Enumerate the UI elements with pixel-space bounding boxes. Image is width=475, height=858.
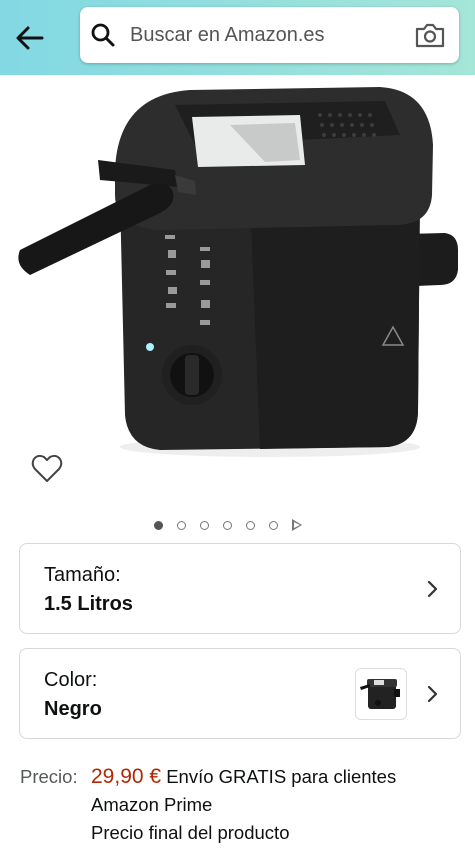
pagination-dot[interactable] <box>246 520 255 530</box>
pagination-dot[interactable] <box>200 520 209 530</box>
heart-icon[interactable] <box>30 452 64 486</box>
top-bar <box>0 0 475 75</box>
fryer-thumbnail-image <box>360 679 400 709</box>
chevron-right-icon <box>427 580 438 598</box>
color-label: Color: <box>44 669 98 691</box>
shipping-prime: Amazon Prime <box>91 794 213 815</box>
price-value: 29,90 € <box>91 765 162 788</box>
color-value: Negro <box>44 698 102 720</box>
search-bar[interactable] <box>80 7 459 63</box>
pagination-dot[interactable] <box>269 520 278 530</box>
size-label: Tamaño: <box>44 564 121 586</box>
color-selector[interactable]: Color: Negro <box>19 648 461 739</box>
final-price-note: Precio final del producto <box>91 822 290 843</box>
product-image[interactable] <box>0 75 475 465</box>
shipping-text: Envío GRATIS para clientes <box>166 766 397 787</box>
search-input[interactable] <box>130 21 400 49</box>
size-selector[interactable]: Tamaño: 1.5 Litros <box>19 543 461 634</box>
camera-icon[interactable] <box>414 21 446 49</box>
video-play-icon[interactable] <box>292 519 302 531</box>
price-details: 29,90 € Envío GRATIS para clientes Amazo… <box>91 763 451 819</box>
chevron-right-icon <box>427 685 438 703</box>
search-icon <box>91 23 115 47</box>
arrow-left-icon[interactable] <box>12 20 48 56</box>
price-label: Precio: <box>20 766 78 787</box>
pagination-dot[interactable] <box>154 520 163 530</box>
color-swatch-thumbnail[interactable] <box>355 668 407 720</box>
pagination-dot[interactable] <box>177 520 186 530</box>
image-pagination <box>154 517 302 533</box>
size-value: 1.5 Litros <box>44 593 133 615</box>
pagination-dot[interactable] <box>223 520 232 530</box>
